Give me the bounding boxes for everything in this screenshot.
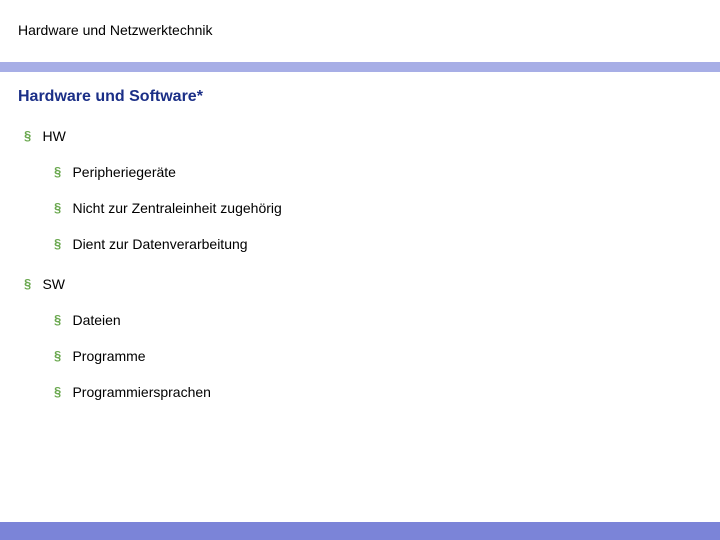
list-item: § Programme (54, 348, 702, 366)
item-label: SW (42, 276, 65, 292)
item-label: Peripheriegeräte (72, 164, 176, 180)
list-item: § Dient zur Datenverarbeitung (54, 236, 702, 254)
sub-list: § Peripheriegeräte § Nicht zur Zentralei… (24, 164, 702, 254)
bullet-icon: § (54, 236, 68, 251)
bullet-icon: § (54, 384, 68, 399)
top-list: § HW § Peripheriegeräte § Nicht zur Zent… (18, 128, 702, 402)
list-item: § Peripheriegeräte (54, 164, 702, 182)
divider-bar (0, 62, 720, 72)
list-item: § Dateien (54, 312, 702, 330)
bullet-icon: § (54, 348, 68, 363)
item-label: Dateien (72, 312, 120, 328)
list-item: § Nicht zur Zentraleinheit zugehörig (54, 200, 702, 218)
bullet-icon: § (24, 276, 38, 291)
bullet-icon: § (54, 312, 68, 327)
item-label: HW (42, 128, 65, 144)
header-title: Hardware und Netzwerktechnik (18, 22, 702, 38)
sub-list: § Dateien § Programme § Programmiersprac… (24, 312, 702, 402)
footer-bar (0, 522, 720, 540)
list-item: § Programmiersprachen (54, 384, 702, 402)
slide-header: Hardware und Netzwerktechnik (0, 0, 720, 38)
slide-subtitle: Hardware und Software* (18, 88, 702, 106)
item-label: Programmiersprachen (72, 384, 211, 400)
item-label: Nicht zur Zentraleinheit zugehörig (72, 200, 281, 216)
bullet-icon: § (24, 128, 38, 143)
bullet-icon: § (54, 200, 68, 215)
list-item: § HW § Peripheriegeräte § Nicht zur Zent… (24, 128, 702, 254)
bullet-icon: § (54, 164, 68, 179)
slide-content: Hardware und Software* § HW § Peripherie… (0, 72, 720, 402)
list-item: § SW § Dateien § Programme § Programmier… (24, 276, 702, 402)
item-label: Programme (72, 348, 145, 364)
item-label: Dient zur Datenverarbeitung (72, 236, 247, 252)
